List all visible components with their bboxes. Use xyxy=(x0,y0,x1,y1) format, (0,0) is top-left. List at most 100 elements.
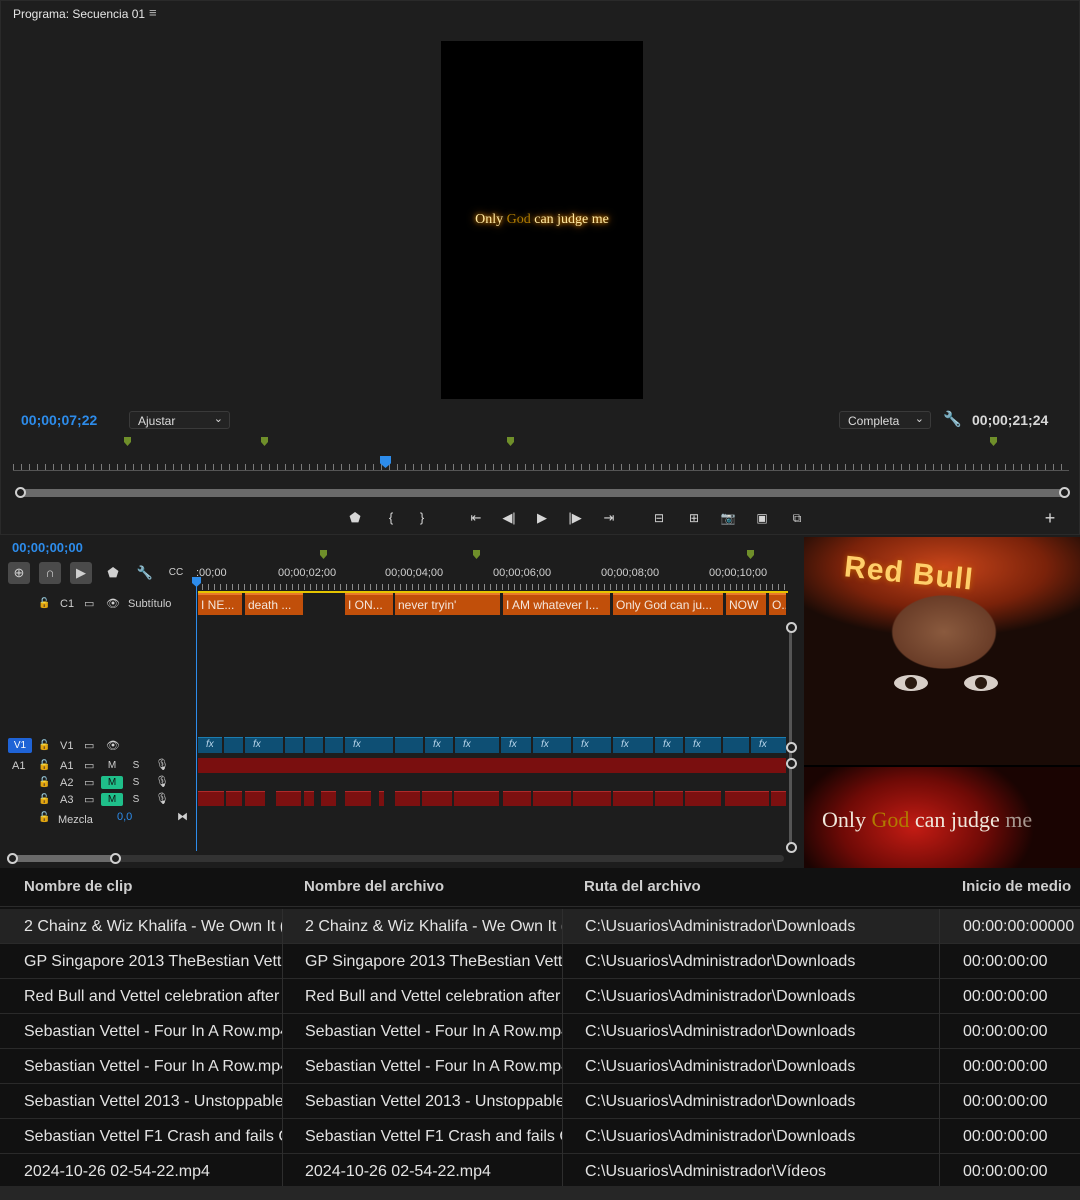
audio-clip[interactable] xyxy=(379,791,384,806)
microphone-icon[interactable]: 🎙 xyxy=(155,758,169,771)
video-clip[interactable]: fx xyxy=(751,737,786,753)
subtitle-clip[interactable]: death ... xyxy=(245,593,303,615)
table-row[interactable]: Sebastian Vettel - Four In A Row.mp4 Seb… xyxy=(0,1049,1080,1084)
subtitle-clip[interactable]: I NE... xyxy=(198,593,242,615)
zoom-dropdown[interactable]: Ajustar ⌄ xyxy=(129,411,230,429)
quality-dropdown[interactable]: Completa ⌄ xyxy=(839,411,931,429)
audio-clip[interactable] xyxy=(276,791,301,806)
video-clip[interactable] xyxy=(325,737,343,753)
step-forward-icon[interactable]: |▶ xyxy=(564,509,586,527)
audio-clip[interactable] xyxy=(226,791,242,806)
audio-clip[interactable] xyxy=(395,791,420,806)
play-icon[interactable]: ▶ xyxy=(531,509,553,527)
vscroll-handle[interactable] xyxy=(786,742,797,753)
table-row[interactable]: 2 Chainz & Wiz Khalifa - We Own It (Fa 2… xyxy=(0,909,1080,944)
lift-icon[interactable]: ⊟ xyxy=(648,509,670,527)
mix-value[interactable]: 0,0 xyxy=(117,811,132,823)
zoom-scrollbar[interactable] xyxy=(19,489,1065,497)
marker-icon[interactable] xyxy=(261,437,268,446)
lock-icon[interactable]: 🔓 xyxy=(38,794,50,805)
audio-clip[interactable] xyxy=(304,791,314,806)
table-row[interactable]: Sebastian Vettel 2013 - Unstoppable.m Se… xyxy=(0,1084,1080,1119)
table-row[interactable]: Sebastian Vettel F1 Crash and fails Cor … xyxy=(0,1119,1080,1154)
insert-nest-icon[interactable]: ⊕ xyxy=(8,562,30,584)
table-row[interactable]: Red Bull and Vettel celebration after B … xyxy=(0,979,1080,1014)
mark-in-icon[interactable]: { xyxy=(380,509,402,527)
solo-button[interactable]: S xyxy=(125,776,147,789)
lock-icon[interactable]: 🔓 xyxy=(38,598,50,609)
vscroll-handle[interactable] xyxy=(786,842,797,853)
marker-icon[interactable] xyxy=(473,550,480,559)
lock-icon[interactable]: 🔓 xyxy=(38,812,50,823)
video-clip[interactable] xyxy=(285,737,303,753)
film-icon[interactable]: ▭ xyxy=(84,793,94,806)
mute-button[interactable]: M xyxy=(101,759,123,772)
captions-icon[interactable]: CC xyxy=(165,562,187,584)
linked-selection-icon[interactable]: ▶ xyxy=(70,562,92,584)
video-clip[interactable]: fx xyxy=(198,737,222,753)
current-timecode[interactable]: 00;00;07;22 xyxy=(21,412,97,428)
film-icon[interactable]: ▭ xyxy=(84,776,94,789)
lock-icon[interactable]: 🔓 xyxy=(38,740,50,751)
subtitle-clip[interactable]: NOW xyxy=(726,593,766,615)
audio-clip[interactable] xyxy=(573,791,611,806)
panel-menu-icon[interactable]: ≡ xyxy=(149,5,157,20)
table-row[interactable]: GP Singapore 2013 TheBestian Vettel GP S… xyxy=(0,944,1080,979)
driver-helmet-thumbnail[interactable]: Red Bull xyxy=(804,537,1080,765)
column-header-clip-name[interactable]: Nombre de clip xyxy=(24,878,132,895)
vertical-scrollbar[interactable] xyxy=(789,625,792,847)
horizontal-scrollbar[interactable] xyxy=(0,1186,1080,1200)
video-clip[interactable] xyxy=(723,737,749,753)
audio-clip[interactable] xyxy=(771,791,786,806)
video-clip[interactable] xyxy=(224,737,243,753)
go-to-out-icon[interactable]: ⇥ xyxy=(598,509,620,527)
column-header-file-name[interactable]: Nombre del archivo xyxy=(304,878,444,895)
audio-clip[interactable] xyxy=(725,791,769,806)
table-row[interactable]: Sebastian Vettel - Four In A Row.mp4 Seb… xyxy=(0,1014,1080,1049)
scrollbar-left-handle[interactable] xyxy=(15,487,26,498)
solo-button[interactable]: S xyxy=(125,759,147,772)
video-clip[interactable]: fx xyxy=(501,737,531,753)
audio-clip[interactable] xyxy=(245,791,265,806)
video-clip[interactable]: fx xyxy=(613,737,653,753)
video-clip[interactable]: fx xyxy=(655,737,683,753)
video-clip[interactable]: fx xyxy=(345,737,393,753)
mute-button[interactable]: M xyxy=(101,776,123,789)
marker-icon[interactable] xyxy=(320,550,327,559)
mark-out-icon[interactable]: } xyxy=(411,509,433,527)
timeline-playhead-line[interactable] xyxy=(196,581,197,851)
go-to-end-icon[interactable]: ⧓ xyxy=(177,810,188,823)
column-header-file-path[interactable]: Ruta del archivo xyxy=(584,878,701,895)
marker-icon[interactable] xyxy=(990,437,997,446)
subtitle-clip[interactable]: I AM whatever I... xyxy=(503,593,610,615)
mute-button[interactable]: M xyxy=(101,793,123,806)
microphone-icon[interactable]: 🎙 xyxy=(155,792,169,805)
hscroll-right-handle[interactable] xyxy=(110,853,121,864)
eye-icon[interactable]: 👁 xyxy=(106,739,120,752)
audio-clip[interactable] xyxy=(655,791,683,806)
eye-icon[interactable]: 👁 xyxy=(106,597,120,610)
subtitle-clip[interactable]: Only God can ju... xyxy=(613,593,723,615)
export-frame-icon[interactable]: 📷 xyxy=(717,509,739,527)
audio-clip[interactable] xyxy=(321,791,336,806)
audio-clip[interactable] xyxy=(533,791,571,806)
subtitle-clip[interactable]: O... xyxy=(769,593,786,615)
audio-clip[interactable] xyxy=(503,791,531,806)
marker-icon[interactable] xyxy=(747,550,754,559)
lock-icon[interactable]: 🔓 xyxy=(38,777,50,788)
vscroll-handle[interactable] xyxy=(786,622,797,633)
video-clip[interactable]: fx xyxy=(685,737,721,753)
film-icon[interactable]: ▭ xyxy=(84,739,94,752)
video-clip[interactable]: fx xyxy=(533,737,571,753)
marker-icon[interactable] xyxy=(124,437,131,446)
scrollbar-right-handle[interactable] xyxy=(1059,487,1070,498)
audio-clip[interactable] xyxy=(422,791,452,806)
wrench-icon[interactable]: 🔧 xyxy=(943,410,962,428)
timeline-ruler[interactable]: :00;00 00;00;02;00 00;00;04;00 00;00;06;… xyxy=(196,550,788,591)
track-a1-target[interactable]: A1 xyxy=(12,760,25,772)
film-icon[interactable]: ▭ xyxy=(84,597,94,610)
extract-icon[interactable]: ⊞ xyxy=(683,509,705,527)
table-row[interactable]: 2024-10-26 02-54-22.mp4 2024-10-26 02-54… xyxy=(0,1154,1080,1189)
vscroll-handle[interactable] xyxy=(786,758,797,769)
video-clip[interactable] xyxy=(395,737,423,753)
